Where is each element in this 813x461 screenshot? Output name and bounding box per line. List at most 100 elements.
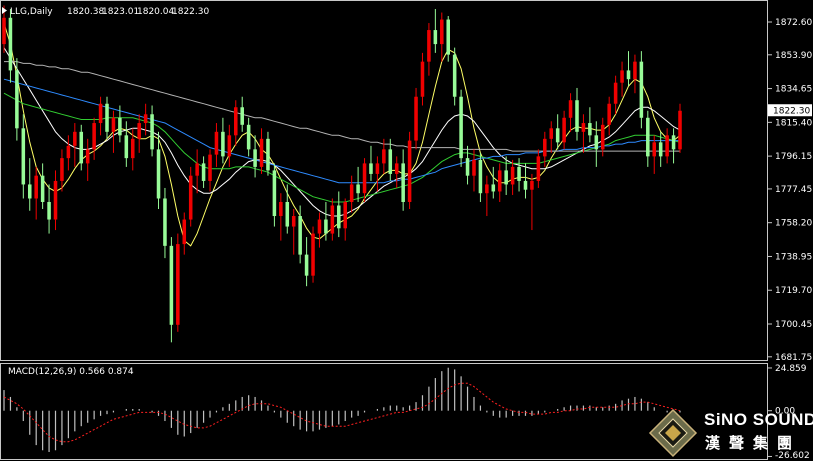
- candle-body: [8, 17, 13, 71]
- candle-body: [304, 254, 309, 276]
- candle-body: [92, 123, 96, 150]
- candle-body: [337, 205, 341, 229]
- candle-body: [40, 175, 45, 202]
- candle-body: [536, 156, 541, 181]
- candle-body: [440, 19, 444, 45]
- candle-body: [523, 180, 528, 190]
- candle-body: [234, 107, 238, 136]
- candle-body: [356, 184, 360, 194]
- candle-body: [259, 138, 264, 167]
- candle-body: [60, 158, 64, 181]
- candle-body: [626, 70, 631, 80]
- candle-body: [465, 158, 470, 176]
- candle-body: [594, 135, 599, 150]
- chart-header: LLG,Daily 1820.38 1823.01 1820.04 1822.3…: [2, 7, 209, 17]
- price-tick-label: 1719.70: [775, 286, 812, 296]
- candle-body: [671, 135, 676, 150]
- candle-body: [613, 82, 618, 104]
- diamond-logo-icon: [648, 408, 698, 458]
- candle-body: [568, 100, 573, 118]
- candle-body: [652, 142, 657, 157]
- candle-body: [433, 30, 438, 45]
- candle-body: [291, 216, 296, 227]
- trading-chart[interactable]: 1872.60 1853.90 1834.65 1815.40 1796.15 1777.…: [0, 0, 813, 461]
- price-tick-label: 1796.15: [775, 152, 812, 162]
- candle-body: [497, 170, 502, 192]
- candle-body: [362, 163, 367, 194]
- candle-body: [227, 135, 232, 157]
- candle-body: [98, 103, 103, 124]
- ohlc-close: 1822.30: [172, 7, 209, 17]
- candle-body: [118, 117, 122, 136]
- candle-body: [472, 159, 476, 176]
- price-tick-label: 1758.20: [775, 219, 812, 229]
- ohlc-high: 1823.01: [102, 7, 139, 17]
- candle-body: [182, 219, 187, 245]
- price-tick-label: 1834.65: [775, 85, 812, 95]
- candle-body: [221, 131, 225, 157]
- candle-body: [452, 54, 457, 97]
- candle-body: [510, 166, 515, 185]
- candle-body: [27, 184, 32, 199]
- candle-body: [156, 149, 161, 199]
- candle-body: [105, 103, 109, 132]
- candle-body: [143, 114, 148, 124]
- candle-body: [446, 19, 450, 55]
- last-price-label: 1822.30: [768, 104, 812, 117]
- candle-body: [201, 163, 206, 181]
- candle-body: [478, 159, 483, 194]
- candle: [311, 226, 315, 283]
- candle-body: [530, 180, 534, 190]
- candle-body: [543, 138, 547, 157]
- candle-body: [124, 135, 129, 159]
- candle-body: [150, 114, 154, 150]
- candle-body: [581, 123, 586, 132]
- candle: [188, 166, 193, 227]
- candle-body: [272, 170, 277, 217]
- candle-body: [459, 96, 463, 159]
- candle-body: [517, 166, 521, 181]
- candle-body: [246, 124, 251, 150]
- candle-body: [575, 100, 579, 132]
- candle-body: [298, 216, 302, 255]
- candle-body: [678, 110, 682, 150]
- candle-body: [485, 184, 489, 194]
- ohlc-low: 1820.04: [137, 7, 174, 17]
- candle-body: [343, 201, 347, 229]
- candle-body: [208, 154, 212, 181]
- candle-body: [420, 61, 425, 97]
- candle: [678, 103, 682, 153]
- candle-body: [607, 103, 611, 125]
- candle-body: [266, 138, 270, 171]
- chart-title: LLG,Daily: [10, 7, 53, 17]
- price-tick-label: 1853.90: [775, 51, 812, 61]
- candle-body: [549, 128, 554, 139]
- candle-body: [504, 170, 508, 185]
- candle-body: [375, 163, 380, 174]
- candle-body: [285, 201, 290, 227]
- candle-body: [427, 30, 431, 62]
- candle-body: [15, 70, 19, 129]
- candle-body: [21, 128, 26, 185]
- candle-body: [311, 233, 315, 276]
- candle-body: [588, 123, 592, 136]
- price-tick-label: 1777.45: [775, 185, 812, 195]
- candle: [459, 89, 463, 167]
- candle-body: [600, 124, 605, 150]
- candle-body: [658, 142, 663, 157]
- candle-body: [47, 201, 51, 220]
- candle-body: [188, 175, 193, 220]
- candle-body: [111, 117, 116, 132]
- candle-body: [34, 175, 38, 199]
- candle-body: [66, 145, 71, 159]
- candle-body: [85, 149, 90, 164]
- candle-body: [407, 140, 412, 202]
- candle-body: [665, 135, 669, 157]
- price-tick-label: 1681.75: [775, 353, 812, 363]
- candle-body: [253, 149, 257, 167]
- candle-body: [388, 149, 393, 174]
- candle-body: [137, 123, 141, 139]
- candle-body: [349, 184, 354, 202]
- price-tick-label: 1872.60: [775, 18, 812, 28]
- logo-wordmark: SiNO SOUND: [704, 410, 813, 429]
